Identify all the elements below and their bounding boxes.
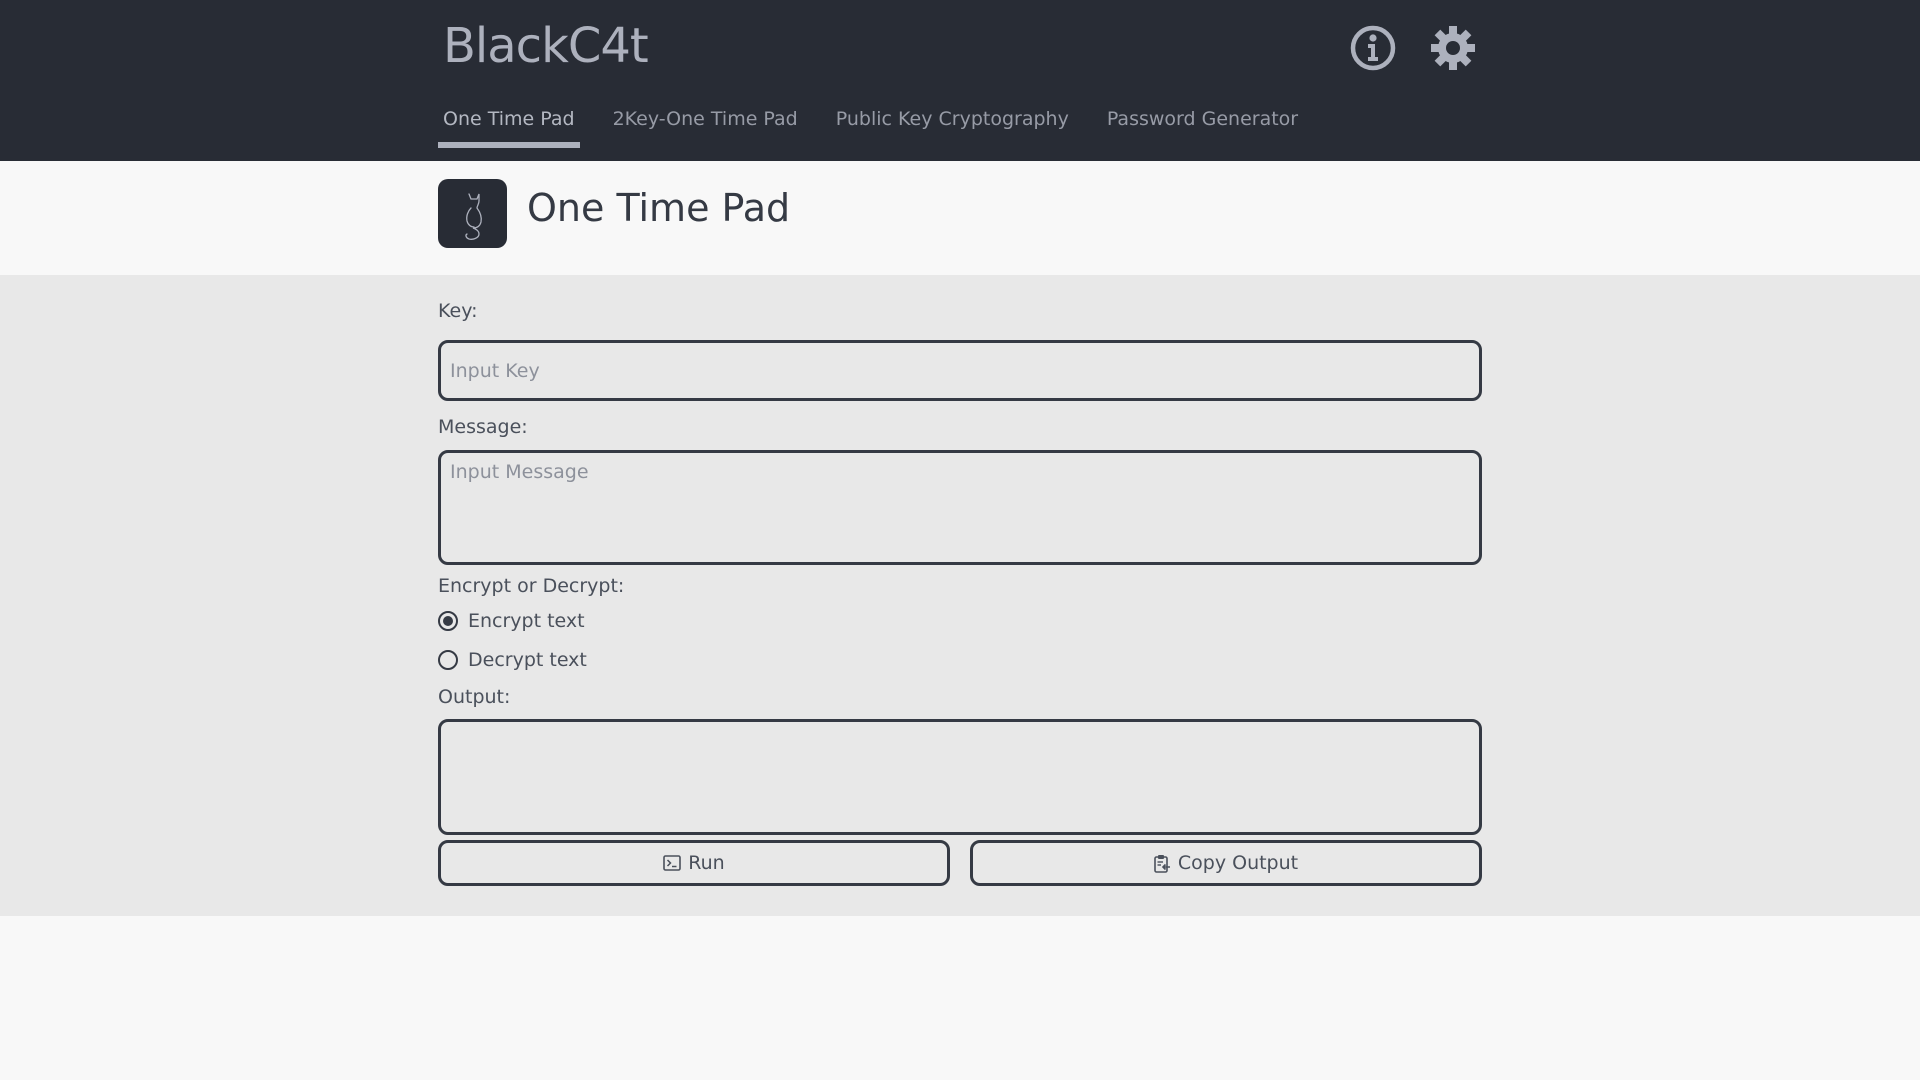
radio-encrypt[interactable]: Encrypt text bbox=[438, 610, 585, 632]
brand-title: BlackC4t bbox=[443, 18, 649, 74]
output-textarea[interactable] bbox=[438, 719, 1482, 835]
mode-label: Encrypt or Decrypt: bbox=[438, 575, 625, 597]
radio-encrypt-label: Encrypt text bbox=[468, 610, 585, 632]
key-input[interactable] bbox=[438, 340, 1482, 401]
radio-encrypt-circle[interactable] bbox=[438, 611, 458, 631]
message-textarea[interactable] bbox=[438, 450, 1482, 565]
title-band bbox=[0, 161, 1920, 275]
tab-one-time-pad[interactable]: One Time Pad bbox=[438, 106, 580, 148]
copy-output-button[interactable]: Copy Output bbox=[970, 840, 1482, 886]
terminal-icon bbox=[663, 855, 682, 871]
tab-2key-one-time-pad[interactable]: 2Key-One Time Pad bbox=[608, 106, 803, 148]
radio-decrypt[interactable]: Decrypt text bbox=[438, 649, 587, 671]
gear-icon[interactable] bbox=[1429, 24, 1477, 72]
key-label: Key: bbox=[438, 300, 478, 322]
info-icon[interactable] bbox=[1349, 24, 1397, 72]
run-label: Run bbox=[688, 852, 725, 874]
top-header: BlackC4t One Time Pad 2Key-One Time Pad … bbox=[0, 0, 1920, 161]
tab-password-generator[interactable]: Password Generator bbox=[1102, 106, 1303, 148]
run-button[interactable]: Run bbox=[438, 840, 950, 886]
page-title: One Time Pad bbox=[527, 186, 791, 230]
tab-public-key-cryptography[interactable]: Public Key Cryptography bbox=[831, 106, 1074, 148]
radio-decrypt-label: Decrypt text bbox=[468, 649, 587, 671]
radio-selected-dot bbox=[443, 616, 453, 626]
output-label: Output: bbox=[438, 686, 511, 708]
nav-tabs: One Time Pad 2Key-One Time Pad Public Ke… bbox=[438, 106, 1331, 148]
clipboard-icon bbox=[1154, 854, 1170, 873]
cat-icon bbox=[438, 179, 507, 248]
message-label: Message: bbox=[438, 416, 528, 438]
radio-decrypt-circle[interactable] bbox=[438, 650, 458, 670]
copy-output-label: Copy Output bbox=[1177, 852, 1299, 874]
